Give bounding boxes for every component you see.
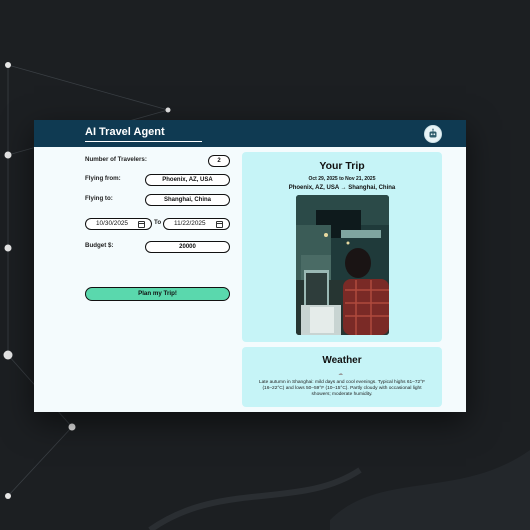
user-avatar[interactable] [424, 125, 442, 143]
weather-card: Weather ☁ Late autumn in Shanghai: mild … [242, 347, 442, 407]
end-date-input[interactable]: 11/22/2025 [163, 218, 230, 230]
calendar-icon[interactable] [138, 221, 145, 228]
start-date-value: 10/30/2025 [96, 220, 128, 227]
travelers-input[interactable]: 2 [208, 155, 230, 167]
end-date-value: 11/22/2025 [174, 220, 206, 227]
app-header: AI Travel Agent [34, 120, 466, 147]
weather-description: Late autumn in Shanghai: mild days and c… [258, 380, 426, 397]
destination-photo [296, 195, 389, 335]
from-row: Flying from: Phoenix, AZ, USA [85, 174, 230, 186]
weather-title: Weather [322, 355, 362, 366]
robot-icon [429, 128, 437, 138]
calendar-icon[interactable] [216, 221, 223, 228]
from-label: Flying from: [85, 175, 121, 182]
travelers-label: Number of Travelers: [85, 156, 147, 163]
trip-title: Your Trip [319, 160, 365, 172]
destination-photo-graphic [296, 195, 389, 335]
to-row: Flying to: Shanghai, China [85, 194, 230, 206]
budget-row: Budget $: 20000 [85, 241, 230, 253]
budget-input[interactable]: 20000 [145, 241, 230, 253]
app-window: AI Travel Agent Number of Travelers: 2 F… [34, 120, 466, 412]
trip-route: Phoenix, AZ, USA → Shanghai, China [288, 185, 396, 191]
app-title: AI Travel Agent [85, 126, 202, 142]
dates-row: 10/30/2025 To 11/22/2025 [85, 218, 230, 230]
trip-dates: Oct 29, 2025 to Nov 21, 2025 [308, 176, 376, 182]
from-input[interactable]: Phoenix, AZ, USA [145, 174, 230, 186]
trip-card: Your Trip Oct 29, 2025 to Nov 21, 2025 P… [242, 152, 442, 342]
to-input[interactable]: Shanghai, China [145, 194, 230, 206]
start-date-input[interactable]: 10/30/2025 [85, 218, 152, 230]
plan-trip-button[interactable]: Plan my Trip! [85, 287, 230, 301]
cloud-icon: ☁ [338, 371, 343, 377]
budget-label: Budget $: [85, 242, 114, 249]
travelers-row: Number of Travelers: 2 [85, 155, 230, 167]
to-label: Flying to: [85, 195, 113, 202]
date-separator: To [154, 219, 162, 226]
